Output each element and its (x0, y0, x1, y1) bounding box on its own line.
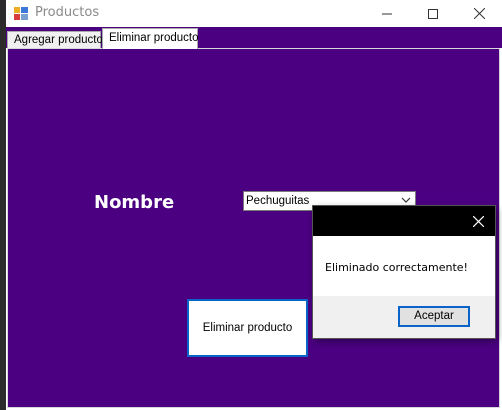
nombre-label: Nombre (94, 192, 175, 213)
tab-strip: Agregar producto Eliminar producto (6, 27, 502, 49)
tab-agregar-producto[interactable]: Agregar producto (7, 31, 103, 48)
dialog-footer: Aceptar (313, 296, 495, 338)
chevron-down-icon (401, 197, 411, 203)
dialog-title-bar[interactable] (313, 206, 495, 236)
app-icon (13, 5, 29, 21)
maximize-icon (428, 8, 438, 19)
close-icon (472, 215, 484, 227)
dialog-close-button[interactable] (461, 206, 495, 236)
product-select-value: Pechuguitas (246, 195, 310, 207)
tab-eliminar-producto[interactable]: Eliminar producto (102, 28, 198, 49)
dialog-message: Eliminado correctamente! (325, 261, 468, 274)
message-dialog: Eliminado correctamente! Aceptar (313, 206, 495, 338)
eliminar-producto-button-label: Eliminar producto (202, 322, 293, 334)
aceptar-button[interactable]: Aceptar (398, 306, 470, 327)
eliminar-producto-button[interactable]: Eliminar producto (187, 299, 308, 357)
title-bar[interactable]: Productos (6, 0, 502, 27)
minimize-button[interactable] (364, 0, 410, 27)
productos-window: Productos Agregar producto Eliminar prod… (6, 0, 502, 410)
window-title: Productos (35, 5, 100, 20)
minimize-icon (382, 13, 392, 14)
close-button[interactable] (456, 0, 502, 27)
close-icon (473, 8, 485, 19)
maximize-button[interactable] (410, 0, 456, 27)
